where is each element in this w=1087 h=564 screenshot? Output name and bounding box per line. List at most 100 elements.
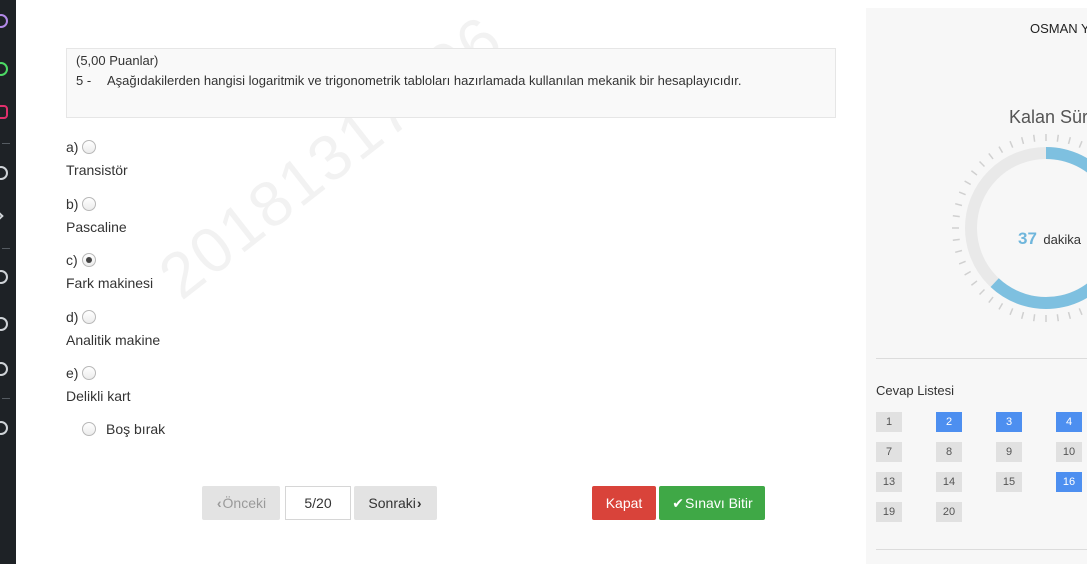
student-name: OSMAN Y (1030, 21, 1087, 36)
answer-list-item[interactable]: 13 (876, 472, 902, 492)
answer-list-item[interactable]: 19 (876, 502, 902, 522)
timer-tick (1009, 308, 1014, 316)
option-head: b) (66, 195, 127, 213)
question-points: (5,00 Puanlar) (76, 53, 159, 68)
timer-tick (964, 180, 972, 186)
timer-readout: 37 dakika (1018, 229, 1081, 249)
timer-tick (988, 152, 994, 160)
history-icon[interactable] (0, 166, 8, 180)
close-button[interactable]: Kapat (592, 486, 656, 520)
option-letter: b) (66, 195, 79, 212)
more-icon[interactable] (0, 421, 8, 435)
answer-list-item[interactable]: 7 (876, 442, 902, 462)
chevron-right-icon: › (416, 495, 422, 511)
timer-tick (952, 238, 960, 242)
bulb-icon[interactable] (0, 270, 8, 284)
option-letter: a) (66, 139, 79, 155)
timer-tick (952, 214, 960, 218)
answer-option[interactable]: c) Fark makinesi (66, 251, 153, 291)
timer-tick (1078, 308, 1083, 316)
instagram-icon[interactable] (0, 105, 8, 119)
timer-tick (970, 280, 978, 286)
timer-tick (970, 170, 978, 176)
dock-separator (2, 143, 10, 144)
timer-tick (1009, 140, 1014, 148)
answer-list-item[interactable]: 1 (876, 412, 902, 432)
answer-list-item[interactable]: 4 (1056, 412, 1082, 432)
timer-tick (1032, 134, 1036, 142)
timer-minutes: 37 (1018, 229, 1037, 248)
option-head: c) (66, 251, 153, 269)
timer-tick (988, 296, 994, 304)
answer-option[interactable]: d) Analitik makine (66, 308, 160, 348)
option-text: Fark makinesi (66, 275, 154, 291)
gear-icon[interactable] (0, 362, 8, 376)
timer-tick (955, 249, 963, 254)
timer-tick (955, 202, 963, 207)
timer-tick (1067, 137, 1072, 145)
answer-list-item[interactable]: 10 (1056, 442, 1082, 462)
option-text: Delikli kart (66, 388, 131, 404)
remaining-time-label: Kalan Süre (1009, 107, 1087, 127)
timer-tick (998, 302, 1004, 310)
question-text: Aşağıdakilerden hangisi logaritmik ve tr… (107, 73, 742, 88)
answer-list-item[interactable]: 14 (936, 472, 962, 492)
timer-tick (1067, 311, 1072, 319)
timer-tick (1056, 134, 1060, 142)
answer-list-item[interactable]: 16 (1056, 472, 1082, 492)
timer-tick (958, 191, 966, 196)
skip-option[interactable]: Boş bırak (82, 421, 165, 437)
timer-tick (1032, 314, 1036, 322)
question-line: 5 - Aşağıdakilerden hangisi logaritmik ve… (76, 72, 826, 90)
skip-label: Boş bırak (106, 421, 166, 437)
answer-list-item[interactable]: 2 (936, 412, 962, 432)
timer-tick (1056, 314, 1060, 322)
option-text: Transistör (66, 162, 128, 178)
timer-tick (1078, 140, 1083, 148)
answer-list-title: Cevap Listesi (876, 383, 955, 398)
answer-list-item[interactable]: 3 (996, 412, 1022, 432)
option-head: d) (66, 308, 160, 326)
option-letter: d) (66, 308, 79, 325)
timer-tick (964, 270, 972, 276)
timer-tick (979, 161, 986, 168)
answer-option[interactable]: a) Transistör (66, 138, 128, 178)
option-letter: c) (66, 252, 78, 268)
timer-tick (979, 288, 986, 295)
answer-list-item[interactable]: 20 (936, 502, 962, 522)
clock-icon[interactable] (0, 317, 8, 331)
left-dock (0, 0, 16, 564)
option-radio[interactable] (82, 309, 96, 324)
whatsapp-icon[interactable] (0, 62, 8, 76)
dock-separator (2, 398, 10, 399)
exam-side-panel: OSMAN Y Kalan Süre 37 dakika Cevap Liste… (866, 8, 1087, 564)
timer-gauge (952, 134, 1087, 322)
answer-option[interactable]: b) Pascaline (66, 195, 127, 235)
finish-exam-button[interactable]: ✔ Sınavı Bitir (659, 486, 765, 520)
skip-radio[interactable] (82, 422, 96, 436)
dock-separator (2, 248, 10, 249)
option-radio[interactable] (82, 366, 96, 380)
answer-list-item[interactable]: 9 (996, 442, 1022, 462)
option-radio[interactable] (82, 253, 96, 267)
answer-list-item[interactable]: 8 (936, 442, 962, 462)
timer-progress-arc (990, 147, 1087, 309)
timer-tick (1020, 137, 1025, 145)
timer-tick (1020, 311, 1025, 319)
next-button[interactable]: Sonraki › (354, 486, 437, 520)
previous-button[interactable]: ‹ Önceki (202, 486, 280, 520)
question-box: (5,00 Puanlar) 5 - Aşağıdakilerden hangis… (66, 48, 836, 118)
answer-option[interactable]: e) Delikli kart (66, 364, 131, 404)
option-radio[interactable] (82, 140, 96, 154)
timer-track (965, 147, 1087, 309)
answer-list-item[interactable]: 15 (996, 472, 1022, 492)
timer-tick (958, 260, 966, 265)
question-number: 5 - (76, 73, 92, 88)
messenger-icon[interactable] (0, 14, 8, 28)
timer-unit: dakika (1043, 232, 1081, 247)
option-radio[interactable] (82, 196, 96, 211)
page-indicator-input[interactable] (285, 486, 351, 520)
send-icon[interactable] (0, 210, 4, 222)
option-head: e) (66, 364, 131, 382)
close-label: Kapat (605, 495, 643, 511)
